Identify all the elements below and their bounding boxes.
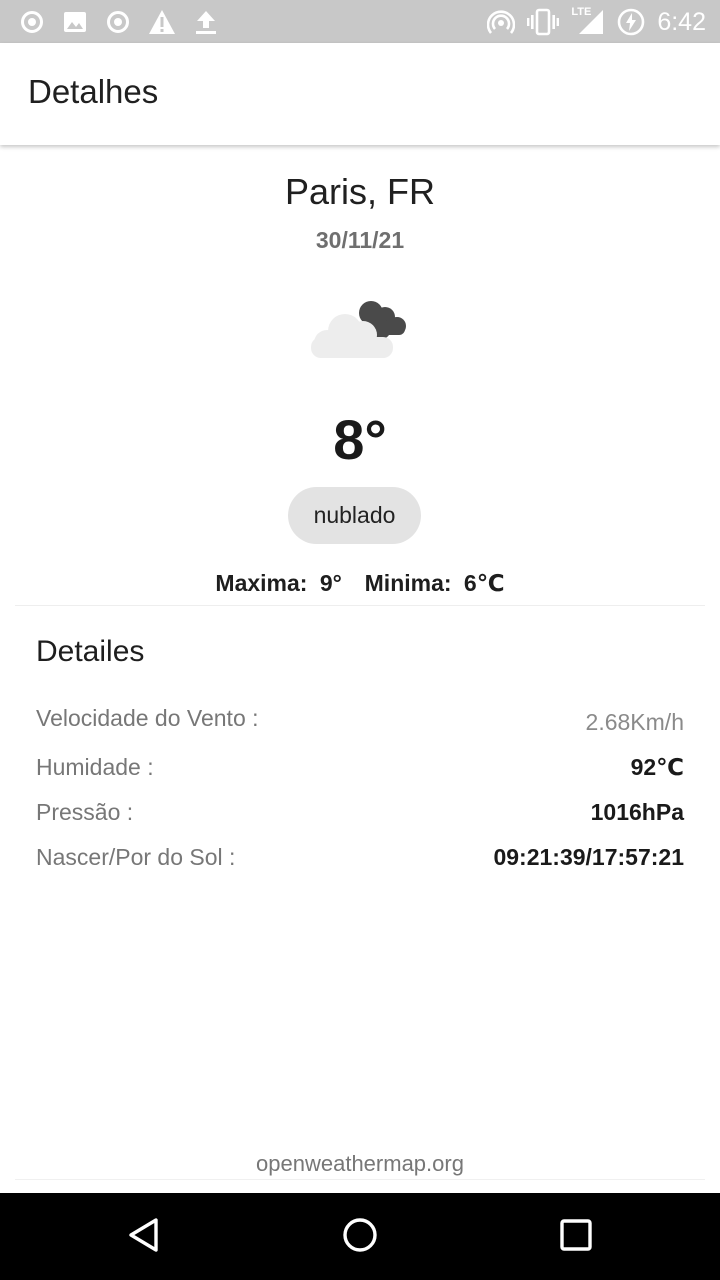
page-title: Detalhes — [28, 73, 159, 110]
detail-value: 1016hPa — [590, 799, 684, 825]
detail-row-wind: Velocidade do Vento : 2.68Km/h — [36, 705, 684, 739]
openweathermap-link[interactable]: openweathermap.org — [0, 1151, 720, 1177]
status-bar-notifications — [20, 6, 218, 38]
detail-row-sunrise-sunset: Nascer/Por do Sol : 09:21:39/17:57:21 — [36, 844, 684, 878]
detail-label: Velocidade do Vento : — [36, 705, 259, 731]
back-icon — [127, 1217, 161, 1258]
signal-icon: LTE — [571, 6, 605, 38]
back-button[interactable] — [122, 1215, 166, 1259]
footer-divider — [15, 1179, 705, 1180]
min-temp-label: Minima: — [364, 570, 452, 596]
status-bar: LTE 6:42 — [0, 0, 720, 43]
city-name: Paris, FR — [284, 171, 435, 212]
detail-label: Humidade : — [36, 754, 154, 780]
detail-value: 2.68Km/h — [585, 709, 684, 735]
home-icon — [342, 1217, 378, 1258]
detail-value: 92℃ — [630, 754, 684, 780]
navigation-bar — [0, 1193, 720, 1280]
image-icon — [62, 10, 88, 34]
record-icon — [20, 10, 44, 34]
max-temp-label: Maxima: — [215, 570, 308, 596]
detail-row-humidity: Humidade : 92℃ — [36, 754, 684, 788]
weather-details-content: Paris, FR 30/11/21 8° nublado Maxima: 9° — [0, 145, 720, 1193]
max-temp-value: 9° — [319, 570, 342, 596]
min-max-temperature: Maxima: 9° Minima: 6℃ — [0, 570, 720, 597]
home-button[interactable] — [338, 1215, 382, 1259]
warning-icon — [148, 9, 176, 35]
status-bar-system: LTE 6:42 — [487, 6, 706, 38]
recents-button[interactable] — [554, 1215, 598, 1259]
detail-value: 09:21:39/17:57:21 — [493, 844, 684, 870]
condition-chip: nublado — [288, 487, 421, 544]
app-bar: Detalhes — [0, 43, 720, 145]
battery-charging-icon — [617, 8, 645, 36]
status-time: 6:42 — [657, 7, 706, 36]
recents-icon — [560, 1218, 592, 1256]
record-icon — [106, 10, 130, 34]
detail-label: Nascer/Por do Sol : — [36, 844, 236, 870]
vibrate-icon — [527, 8, 560, 36]
current-temperature: 8° — [333, 408, 387, 471]
upload-icon — [194, 9, 218, 35]
detail-label: Pressão : — [36, 799, 134, 825]
section-divider — [15, 605, 705, 606]
hotspot-icon — [487, 8, 516, 36]
cloudy-night-icon — [305, 293, 417, 363]
min-temp-value: 6℃ — [463, 570, 505, 596]
details-section-title: Detailes — [36, 635, 145, 668]
detail-row-pressure: Pressão : 1016hPa — [36, 799, 684, 833]
forecast-date: 30/11/21 — [315, 227, 405, 253]
